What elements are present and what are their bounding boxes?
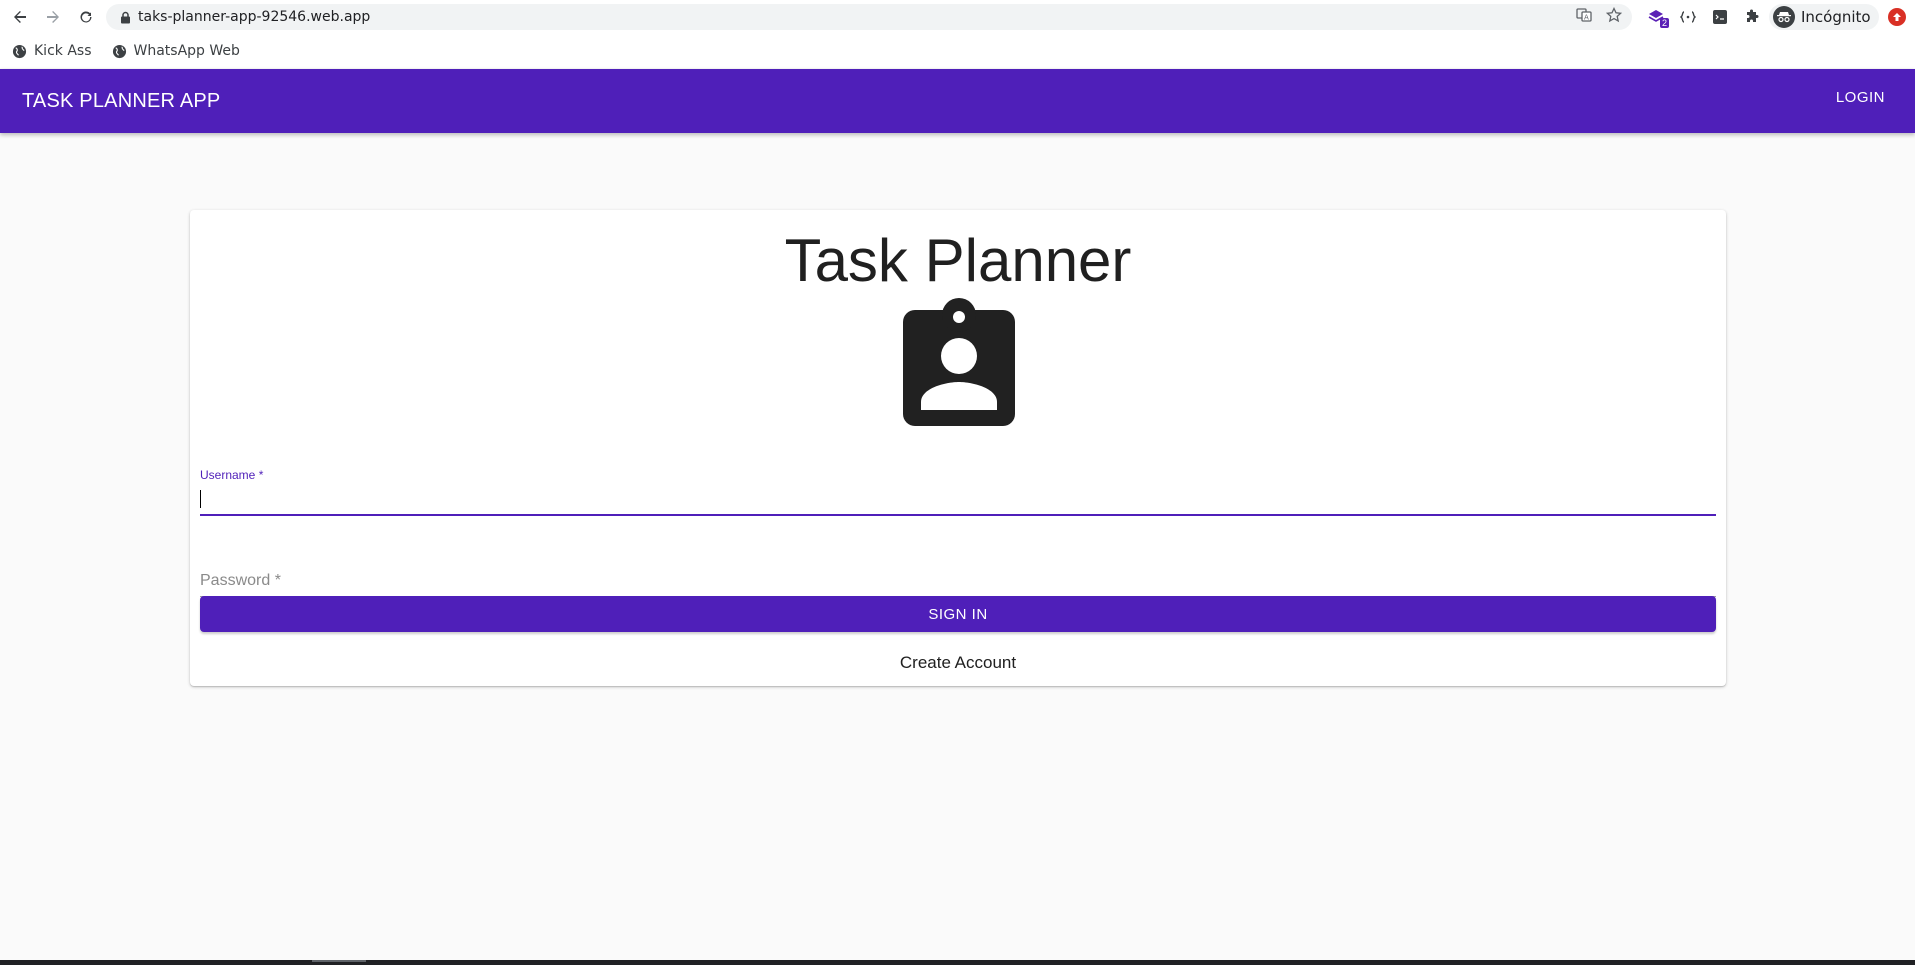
incognito-profile-button[interactable]: Incógnito xyxy=(1769,4,1879,30)
extension-stack-icon[interactable]: 2 xyxy=(1645,6,1669,28)
create-account-link[interactable]: Create Account xyxy=(190,653,1726,673)
lock-icon xyxy=(118,10,132,24)
bookmark-kick-ass[interactable]: Kick Ass xyxy=(12,43,92,59)
back-button[interactable] xyxy=(7,4,33,30)
extension-terminal-icon[interactable] xyxy=(1709,6,1731,28)
incognito-label: Incógnito xyxy=(1801,8,1871,26)
assignment-ind-icon xyxy=(903,298,1015,426)
star-icon[interactable] xyxy=(1605,6,1623,28)
taskbar-strip xyxy=(0,960,1915,965)
extensions-area: 2 xyxy=(1645,4,1763,30)
address-bar[interactable]: taks-planner-app-92546.web.app A xyxy=(106,4,1632,30)
username-input[interactable] xyxy=(200,488,1716,514)
username-underline xyxy=(200,514,1716,516)
bookmark-label: WhatsApp Web xyxy=(133,43,240,59)
app-bar: TASK PLANNER APP LOGIN xyxy=(0,69,1915,133)
bookmark-whatsapp-web[interactable]: WhatsApp Web xyxy=(112,43,240,59)
extension-badge: 2 xyxy=(1659,18,1669,28)
puzzle-icon[interactable] xyxy=(1741,6,1763,28)
reload-button[interactable] xyxy=(73,4,99,30)
password-input[interactable] xyxy=(200,570,1716,596)
text-caret xyxy=(200,490,201,508)
url-text: taks-planner-app-92546.web.app xyxy=(138,9,371,25)
forward-button[interactable] xyxy=(40,4,66,30)
username-field: Username * xyxy=(200,468,1716,526)
username-label: Username * xyxy=(200,468,264,482)
globe-icon xyxy=(12,44,27,58)
login-button[interactable]: LOGIN xyxy=(1836,89,1885,106)
page-title: Task Planner xyxy=(784,227,1132,294)
app-title: TASK PLANNER APP xyxy=(22,89,221,112)
globe-icon xyxy=(112,44,126,58)
login-card: Task Planner Username * Password * SIGN … xyxy=(190,210,1726,686)
browser-toolbar: taks-planner-app-92546.web.app A 2 Incóg… xyxy=(0,0,1915,34)
update-icon[interactable] xyxy=(1888,8,1906,26)
reload-icon xyxy=(80,11,92,23)
extension-braces-icon[interactable] xyxy=(1677,6,1699,28)
incognito-icon xyxy=(1773,6,1795,28)
bookmark-label: Kick Ass xyxy=(34,43,92,59)
password-field: Password * xyxy=(200,550,1716,600)
arrow-left-icon xyxy=(14,11,26,23)
svg-text:A: A xyxy=(1584,13,1589,21)
bookmarks-bar: Kick Ass WhatsApp Web xyxy=(0,34,1915,68)
sign-in-button[interactable]: SIGN IN xyxy=(200,596,1716,632)
taskbar-indicator xyxy=(312,960,366,962)
translate-icon[interactable]: A xyxy=(1576,7,1592,28)
arrow-right-icon xyxy=(47,11,59,23)
